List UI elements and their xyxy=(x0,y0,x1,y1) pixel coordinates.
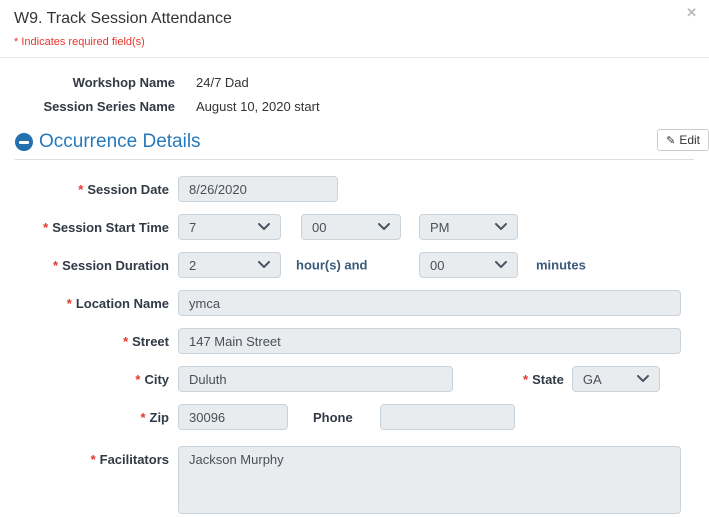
zip-label: *Zip xyxy=(0,410,178,425)
state-value: GA xyxy=(583,372,602,387)
required-asterisk: * xyxy=(67,296,72,311)
zip-input[interactable] xyxy=(178,404,288,430)
duration-minutes-select[interactable]: 00 xyxy=(419,252,518,278)
section-divider xyxy=(15,159,694,160)
occurrence-details-form: *Session Date *Session Start Time 7 00 P… xyxy=(0,176,709,514)
duration-hours-value: 2 xyxy=(189,258,196,273)
street-label: *Street xyxy=(0,334,178,349)
collapse-minus-icon[interactable] xyxy=(15,133,33,151)
phone-label: Phone xyxy=(313,410,353,425)
start-ampm-select[interactable]: PM xyxy=(419,214,518,240)
hours-suffix-text: hour(s) and xyxy=(296,258,368,273)
session-info: Workshop Name 24/7 Dad Session Series Na… xyxy=(0,71,709,119)
facilitators-textarea[interactable]: Jackson Murphy xyxy=(178,446,681,514)
street-row: *Street xyxy=(0,328,709,354)
duration-minutes-value: 00 xyxy=(430,258,444,273)
required-asterisk: * xyxy=(123,334,128,349)
zip-phone-row: *Zip Phone xyxy=(0,404,709,430)
required-asterisk: * xyxy=(91,452,96,467)
city-label: *City xyxy=(0,372,178,387)
page-title: W9. Track Session Attendance xyxy=(14,10,695,28)
location-name-input[interactable] xyxy=(178,290,681,316)
required-note: * Indicates required field(s) xyxy=(14,36,695,48)
session-date-input[interactable] xyxy=(178,176,338,202)
session-start-time-label: *Session Start Time xyxy=(0,220,178,235)
required-asterisk: * xyxy=(43,220,48,235)
edit-button[interactable]: ✎ Edit xyxy=(657,129,709,151)
phone-input[interactable] xyxy=(380,404,515,430)
start-minute-value: 00 xyxy=(312,220,326,235)
session-start-time-row: *Session Start Time 7 00 PM xyxy=(0,214,709,240)
chevron-down-icon xyxy=(495,261,507,269)
session-series-row: Session Series Name August 10, 2020 star… xyxy=(0,95,709,119)
session-date-label: *Session Date xyxy=(0,182,178,197)
edit-button-label: Edit xyxy=(679,133,700,147)
start-minute-select[interactable]: 00 xyxy=(301,214,401,240)
required-asterisk: * xyxy=(135,372,140,387)
workshop-name-label: Workshop Name xyxy=(0,71,175,95)
duration-hours-select[interactable]: 2 xyxy=(178,252,281,278)
chevron-down-icon xyxy=(258,223,270,231)
facilitators-row: *Facilitators Jackson Murphy xyxy=(0,446,709,514)
modal-header: W9. Track Session Attendance ✕ * Indicat… xyxy=(0,0,709,48)
state-label: *State xyxy=(523,372,564,387)
street-input[interactable] xyxy=(178,328,681,354)
location-name-row: *Location Name xyxy=(0,290,709,316)
session-series-label: Session Series Name xyxy=(0,95,175,119)
facilitators-label: *Facilitators xyxy=(0,446,178,467)
session-duration-row: *Session Duration 2 hour(s) and 00 minut… xyxy=(0,252,709,278)
chevron-down-icon xyxy=(378,223,390,231)
session-series-value: August 10, 2020 start xyxy=(196,95,320,119)
start-hour-select[interactable]: 7 xyxy=(178,214,281,240)
city-state-row: *City *State GA xyxy=(0,366,709,392)
chevron-down-icon xyxy=(258,261,270,269)
city-input[interactable] xyxy=(178,366,453,392)
required-asterisk: * xyxy=(523,372,528,387)
state-select[interactable]: GA xyxy=(572,366,660,392)
header-divider xyxy=(0,57,709,58)
minutes-suffix-text: minutes xyxy=(536,258,586,273)
location-name-label: *Location Name xyxy=(0,296,178,311)
workshop-name-value: 24/7 Dad xyxy=(196,71,249,95)
session-duration-label: *Session Duration xyxy=(0,258,178,273)
pencil-icon: ✎ xyxy=(666,134,675,147)
close-icon[interactable]: ✕ xyxy=(686,6,697,19)
workshop-name-row: Workshop Name 24/7 Dad xyxy=(0,71,709,95)
start-hour-value: 7 xyxy=(189,220,196,235)
chevron-down-icon xyxy=(495,223,507,231)
start-ampm-value: PM xyxy=(430,220,450,235)
section-title: Occurrence Details xyxy=(39,131,201,153)
chevron-down-icon xyxy=(637,375,649,383)
required-asterisk: * xyxy=(53,258,58,273)
required-asterisk: * xyxy=(78,182,83,197)
required-asterisk: * xyxy=(140,410,145,425)
occurrence-details-header: Occurrence Details ✎ Edit xyxy=(15,131,709,153)
session-date-row: *Session Date xyxy=(0,176,709,202)
